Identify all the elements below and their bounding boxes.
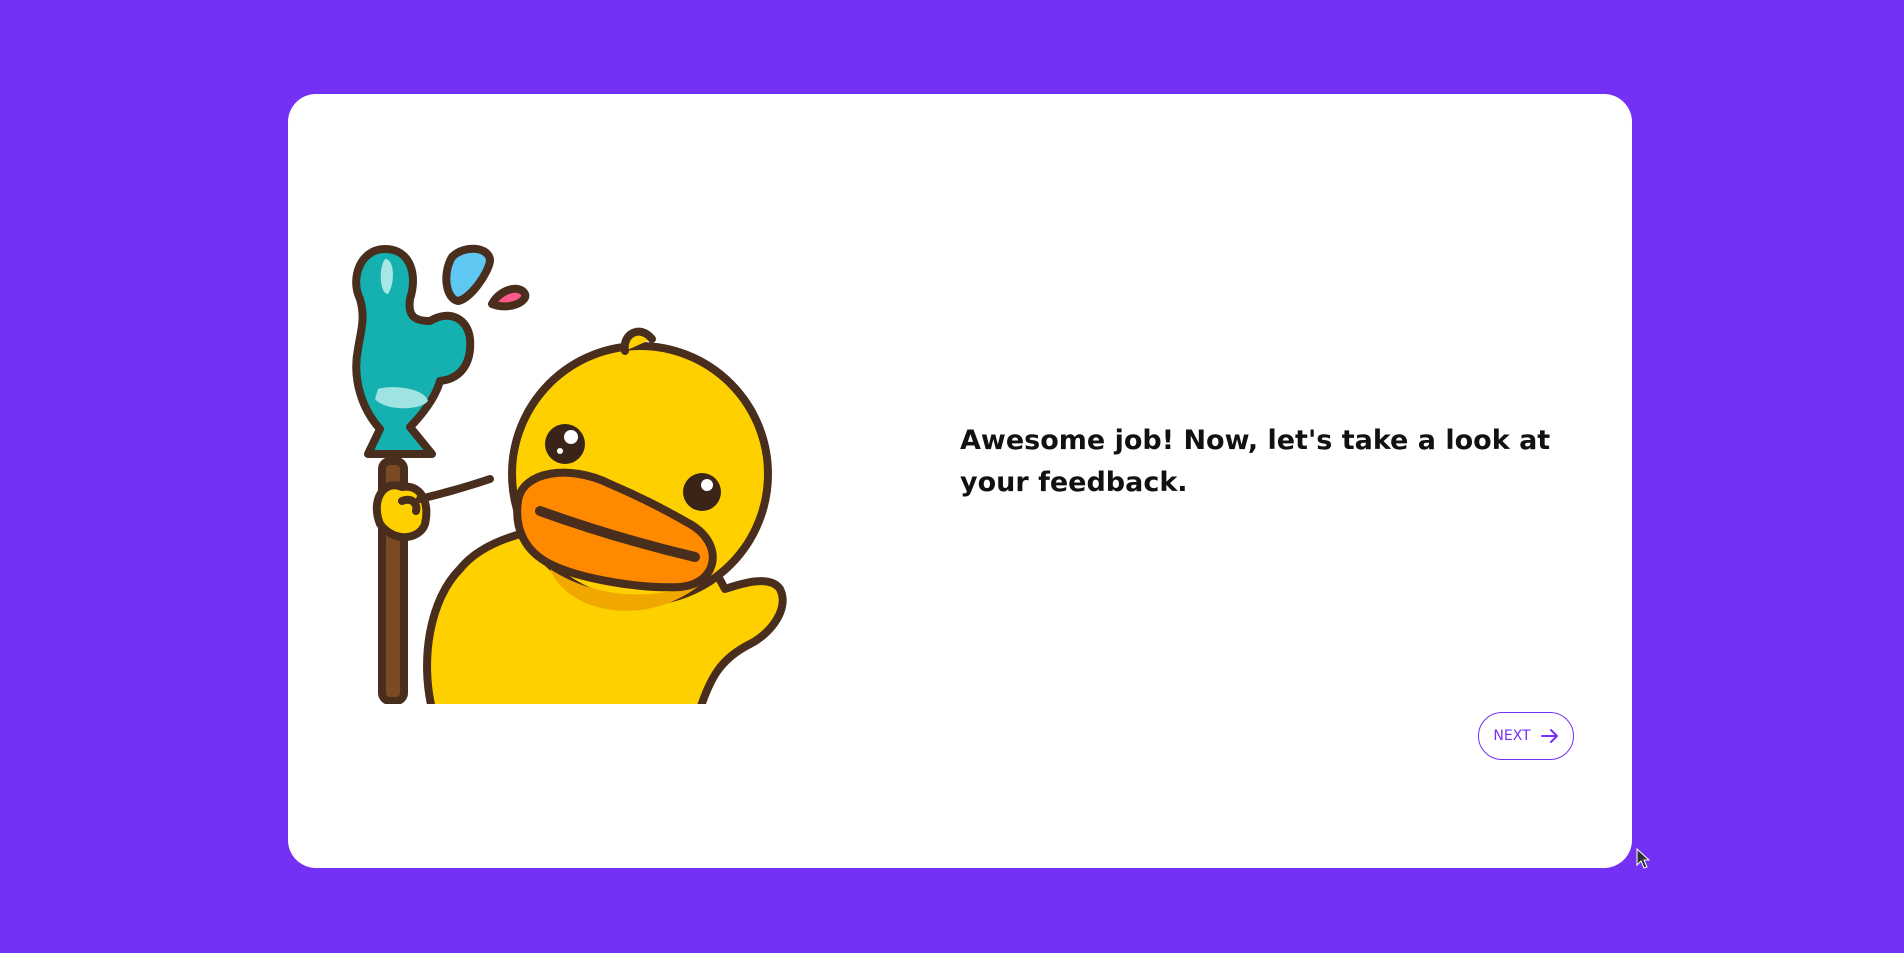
content-card: Awesome job! Now, let's take a look at y… — [288, 94, 1650, 869]
next-button[interactable]: NEXT — [1478, 712, 1574, 760]
mouse-cursor-icon — [1636, 848, 1650, 869]
next-button-label: NEXT — [1493, 728, 1531, 744]
arrow-right-icon — [1540, 729, 1558, 743]
duck-illustration — [352, 244, 787, 704]
feedback-message: Awesome job! Now, let's take a look at y… — [960, 425, 1551, 498]
